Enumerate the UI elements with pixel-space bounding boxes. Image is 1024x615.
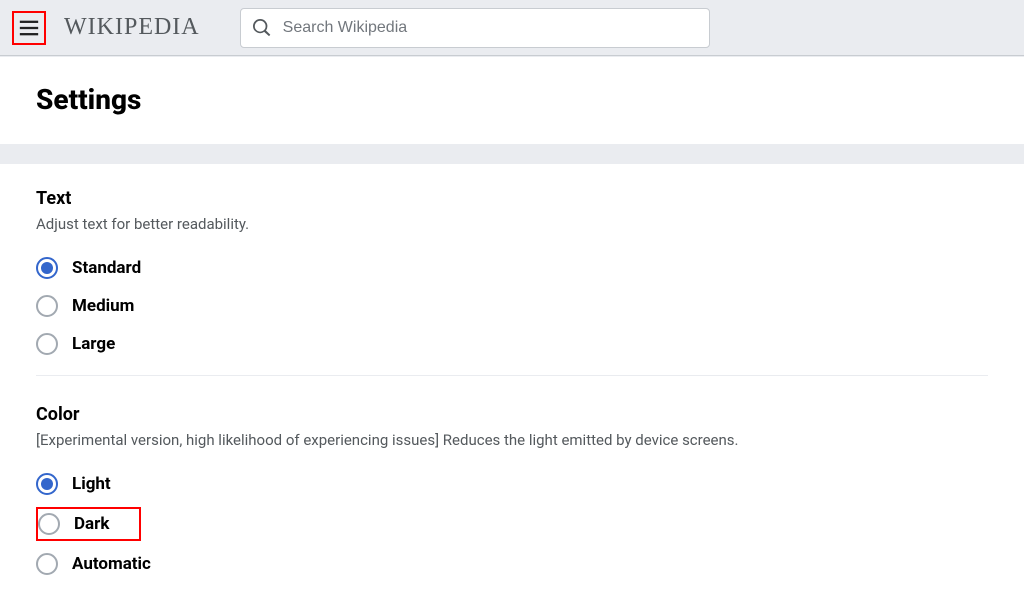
hamburger-menu-button[interactable] (12, 11, 46, 45)
radio-label: Standard (72, 258, 141, 278)
color-section-title: Color (36, 404, 988, 425)
radio-label: Medium (72, 296, 134, 316)
page-title: Settings (36, 83, 988, 116)
text-section: Text Adjust text for better readability.… (36, 188, 988, 376)
text-option-standard[interactable]: Standard (36, 249, 988, 287)
radio-icon (36, 473, 58, 495)
text-section-title: Text (36, 188, 988, 209)
wikipedia-logo[interactable]: WIKIPEDIA (64, 14, 200, 41)
color-option-automatic[interactable]: Automatic (36, 545, 988, 583)
radio-label: Large (72, 334, 115, 354)
color-section: Color [Experimental version, high likeli… (36, 404, 988, 595)
hamburger-icon (18, 17, 40, 39)
radio-icon (36, 553, 58, 575)
search-input[interactable] (283, 19, 697, 37)
header: WIKIPEDIA (0, 0, 1024, 56)
text-section-description: Adjust text for better readability. (36, 215, 988, 233)
content: Text Adjust text for better readability.… (0, 164, 1024, 615)
color-option-dark[interactable]: Dark (36, 507, 141, 541)
radio-label: Dark (74, 514, 109, 534)
search-icon (253, 19, 271, 37)
color-option-light[interactable]: Light (36, 465, 988, 503)
radio-label: Light (72, 474, 111, 494)
radio-icon (36, 257, 58, 279)
title-section: Settings (0, 57, 1024, 144)
radio-label: Automatic (72, 554, 151, 574)
text-option-large[interactable]: Large (36, 325, 988, 363)
radio-icon (36, 295, 58, 317)
text-option-medium[interactable]: Medium (36, 287, 988, 325)
color-section-description: [Experimental version, high likelihood o… (36, 431, 988, 449)
radio-icon (36, 333, 58, 355)
radio-icon (38, 513, 60, 535)
search-box[interactable] (240, 8, 710, 48)
